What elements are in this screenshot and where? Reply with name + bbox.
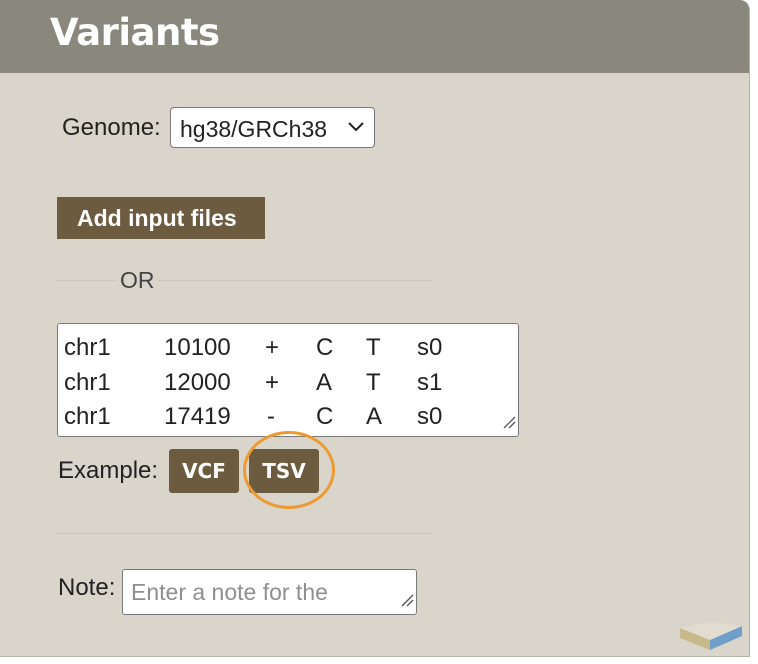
note-divider: [57, 533, 432, 534]
variant-ref: A: [316, 369, 333, 396]
note-placeholder: Enter a note for the: [131, 579, 328, 605]
variant-row: chr1 17419 - C A s0: [58, 403, 518, 433]
note-input[interactable]: Enter a note for the: [122, 569, 417, 615]
variant-strand: -: [267, 403, 275, 430]
highlight-circle: [243, 431, 335, 509]
variant-ref: C: [316, 403, 334, 430]
variant-sample: s0: [417, 403, 443, 430]
example-vcf-button[interactable]: VCF: [169, 449, 239, 493]
variant-sample: s0: [417, 334, 443, 361]
or-text: OR: [116, 267, 159, 294]
or-divider: [57, 280, 432, 281]
resize-handle-icon[interactable]: [502, 415, 516, 434]
variant-pos: 12000: [164, 369, 231, 396]
add-input-files-button[interactable]: Add input files: [57, 197, 265, 239]
chevron-down-icon: [347, 120, 365, 138]
variant-sample: s1: [417, 369, 443, 396]
corner-logo-icon: [680, 622, 742, 655]
genome-select[interactable]: hg38/GRCh38: [170, 107, 375, 148]
variant-chrom: chr1: [64, 369, 111, 396]
variant-strand: +: [265, 334, 280, 361]
variants-panel: Variants Genome: hg38/GRCh38 Add input f…: [0, 0, 750, 657]
variant-chrom: chr1: [64, 403, 111, 430]
variant-alt: A: [366, 403, 383, 430]
variant-strand: +: [265, 369, 280, 396]
genome-label: Genome:: [62, 114, 161, 141]
variant-pos: 10100: [164, 334, 231, 361]
variant-row: chr1 10100 + C T s0: [58, 334, 518, 364]
variant-ref: C: [316, 334, 334, 361]
variant-row: chr1 12000 + A T s1: [58, 369, 518, 399]
resize-handle-icon[interactable]: [400, 593, 414, 612]
panel-title: Variants: [50, 11, 220, 54]
panel-header: Variants: [0, 0, 749, 73]
variant-alt: T: [366, 334, 381, 361]
note-label: Note:: [58, 574, 116, 601]
example-label: Example:: [58, 457, 159, 484]
genome-selected-value: hg38/GRCh38: [180, 116, 328, 142]
variant-chrom: chr1: [64, 334, 111, 361]
variant-pos: 17419: [164, 403, 231, 430]
variants-textarea[interactable]: chr1 10100 + C T s0 chr1 12000 + A T s1 …: [57, 323, 519, 437]
variant-alt: T: [366, 369, 381, 396]
